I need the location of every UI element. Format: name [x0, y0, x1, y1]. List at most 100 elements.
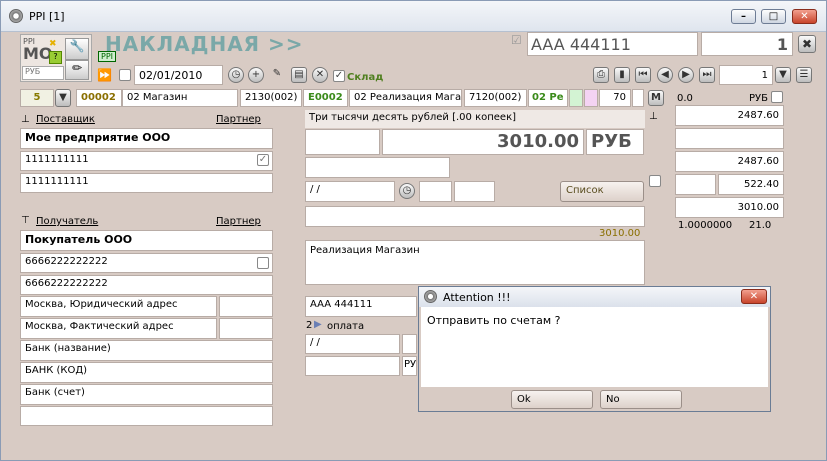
color-pink-field[interactable] — [584, 89, 598, 107]
center-blank-field[interactable] — [305, 157, 450, 178]
dialog-title-bar: Attention !!! ✕ — [419, 287, 770, 307]
center-time-field[interactable] — [419, 181, 452, 202]
date-field[interactable]: 02/01/2010 — [134, 65, 223, 85]
color-green-field[interactable] — [569, 89, 583, 107]
addr-legal-extra-field[interactable] — [219, 296, 273, 317]
recipient-inn-field[interactable]: 6666222222222 — [20, 253, 273, 273]
recipient-checkbox[interactable] — [257, 257, 269, 269]
addr-legal-field[interactable]: Москва, Юридический адрес — [20, 296, 217, 317]
description-field[interactable]: Реализация Магазин — [305, 240, 645, 285]
dropdown-icon[interactable]: ▼ — [775, 67, 791, 83]
center-date-field[interactable]: / / — [305, 181, 395, 202]
clock-icon[interactable]: ◷ — [228, 67, 244, 83]
supplier-label[interactable]: Поставщик — [36, 114, 95, 125]
qty-field[interactable]: 70 — [599, 89, 631, 107]
right-rate-label: 1.0000000 — [678, 220, 733, 231]
first-page-icon[interactable]: ⏮ — [635, 67, 651, 83]
dialog-app-icon — [424, 290, 437, 303]
extra-field[interactable] — [20, 406, 273, 426]
fast-forward-icon[interactable]: ⏩ — [97, 68, 112, 82]
doc-check-icon[interactable]: ☑ — [511, 33, 522, 47]
center-checkbox[interactable] — [649, 175, 661, 187]
pay-currency-field[interactable]: РУ — [402, 356, 417, 376]
supplier-inn-field[interactable]: 1111111111 — [20, 151, 273, 171]
book-icon[interactable]: ▮ — [614, 67, 630, 83]
doc-title[interactable]: НАКЛАДНАЯ >> — [105, 32, 304, 56]
amount-words-field[interactable]: Три тысячи десять рублей [.00 копеек] — [305, 110, 645, 128]
ref-number-field[interactable]: AAA 444111 — [305, 296, 417, 317]
right-blank1-field[interactable] — [675, 128, 784, 149]
name1-field[interactable]: 02 Магазин — [122, 89, 238, 107]
add-icon[interactable]: + — [248, 67, 264, 83]
supplier-partner-link[interactable]: Партнер — [216, 114, 261, 125]
bank-name-field[interactable]: Банк (название) — [20, 340, 273, 361]
last-page-icon[interactable]: ⏭ — [699, 67, 715, 83]
val2-field[interactable]: 7120(002) — [464, 89, 527, 107]
row-dropdown-icon[interactable]: ▼ — [55, 89, 71, 107]
save-icon[interactable]: ▤ — [291, 67, 307, 83]
pay-sum-field[interactable] — [305, 356, 400, 376]
right-v3-field[interactable]: 522.40 — [718, 174, 784, 195]
recipient-label[interactable]: Получатель — [36, 216, 98, 227]
dialog-ok-button[interactable]: Ok — [511, 390, 593, 409]
addr-actual-field[interactable]: Москва, Фактический адрес — [20, 318, 217, 339]
sklad-checkbox[interactable]: ✓ — [333, 70, 345, 82]
right-v2-field[interactable]: 2487.60 — [675, 151, 784, 172]
center-time2-field[interactable] — [454, 181, 495, 202]
payment-count: 2 — [306, 320, 313, 331]
list-button[interactable]: Список — [560, 181, 644, 202]
name2-field[interactable]: 02 Реализация Магази — [349, 89, 462, 107]
code2-field[interactable]: E0002 — [303, 89, 348, 107]
recipient-partner-link[interactable]: Партнер — [216, 216, 261, 227]
doc-number-field[interactable]: AAA 444111 — [527, 32, 698, 56]
m-button[interactable]: M — [648, 90, 664, 106]
recipient-kpp-field[interactable]: 6666222222222 — [20, 275, 273, 295]
next-page-icon[interactable]: ▶ — [678, 67, 694, 83]
dialog-close-button[interactable]: ✕ — [741, 289, 767, 304]
row-number-field[interactable]: 5 — [20, 89, 54, 107]
right-zero-label: 0.0 — [677, 93, 693, 104]
copy-count-field[interactable]: 1 — [701, 32, 793, 56]
payment-arrow-icon[interactable]: ▶ — [314, 319, 322, 330]
page-number-field[interactable]: 1 — [719, 65, 773, 85]
help-icon[interactable]: ? — [49, 51, 62, 64]
payment-label[interactable]: оплата — [327, 321, 364, 332]
currency-mini-field[interactable]: РУБ — [22, 66, 64, 80]
amount-left-field[interactable] — [305, 129, 380, 155]
pencil-icon[interactable]: ✏ — [65, 60, 89, 80]
right-pct-field[interactable] — [675, 174, 716, 195]
prev-page-icon[interactable]: ◀ — [657, 67, 673, 83]
supplier-name-field[interactable]: Мое предприятие ООО — [20, 128, 273, 149]
close-button[interactable]: ✕ — [792, 9, 817, 24]
dialog-no-button[interactable]: No — [600, 390, 682, 409]
right-v1-field[interactable]: 2487.60 — [675, 105, 784, 126]
code1-field[interactable]: 00002 — [76, 89, 122, 107]
pay-extra-field[interactable] — [402, 334, 417, 354]
minimize-button[interactable]: – — [731, 9, 756, 24]
right-pct-label: 21.0 — [749, 220, 772, 231]
center-clock-icon[interactable]: ◷ — [399, 183, 415, 199]
tools-icon[interactable]: 🔧 — [65, 38, 89, 60]
list-icon[interactable]: ☰ — [796, 67, 812, 83]
right-v4-field[interactable]: 3010.00 — [675, 197, 784, 218]
bank-account-field[interactable]: Банк (счет) — [20, 384, 273, 405]
recipient-name-field[interactable]: Покупатель ООО — [20, 230, 273, 251]
right-rub-checkbox[interactable] — [771, 91, 783, 103]
amount-currency-field[interactable]: РУБ — [586, 129, 644, 155]
row-extra-field[interactable] — [632, 89, 644, 107]
date-checkbox[interactable] — [119, 69, 131, 81]
addr-actual-extra-field[interactable] — [219, 318, 273, 339]
edit-icon[interactable]: ✎ — [269, 67, 285, 83]
clear-icon[interactable]: ✖ — [798, 35, 816, 53]
supplier-check-icon[interactable]: ✓ — [257, 154, 269, 166]
code3-field[interactable]: 02 Ре — [528, 89, 568, 107]
maximize-button[interactable]: □ — [761, 9, 786, 24]
val1-field[interactable]: 2130(002) — [240, 89, 302, 107]
pay-date-field[interactable]: / / — [305, 334, 400, 354]
amount-field[interactable]: 3010.00 — [382, 129, 584, 155]
print-icon[interactable]: ⎙ — [593, 67, 609, 83]
bank-code-field[interactable]: БАНК (КОД) — [20, 362, 273, 383]
center-note-field[interactable] — [305, 206, 645, 227]
supplier-kpp-field[interactable]: 1111111111 — [20, 173, 273, 193]
delete-icon[interactable]: ✕ — [312, 67, 328, 83]
